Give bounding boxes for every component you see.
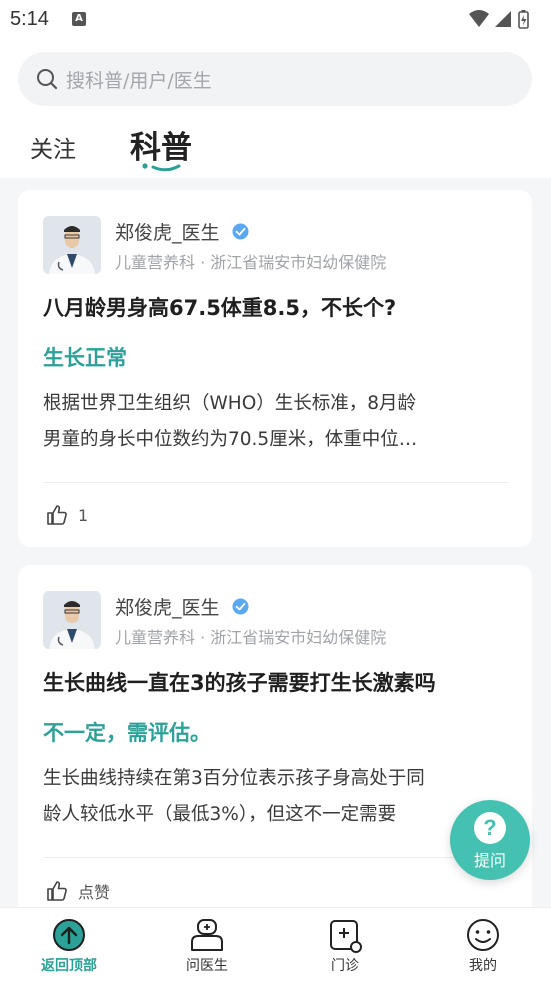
tab-science[interactable]: 科普 [130,122,192,167]
doctor-name[interactable]: 郑俊虎_医生 [115,218,220,245]
nav-profile[interactable]: 我的 [414,908,551,982]
doctor-department-hospital: 儿童营养科 · 浙江省瑞安市妇幼保健院 [115,253,387,272]
header: 搜科普/用户/医生 关注 科普 [0,38,551,178]
doctor-department-hospital: 儿童营养科 · 浙江省瑞安市妇幼保健院 [115,628,387,647]
search-bar[interactable]: 搜科普/用户/医生 [18,52,532,106]
back-to-top-icon [53,919,85,951]
thumbs-up-icon [47,881,67,901]
question-title[interactable]: 八月龄男身高67.5体重8.5，不长个? [43,292,396,322]
nav-ask-doctor[interactable]: 问医生 [138,908,276,982]
doctor-name[interactable]: 郑俊虎_医生 [115,593,220,620]
divider [43,857,509,858]
answer-excerpt-line: 根据世界卫生组织（WHO）生长标准，8月龄 [43,393,417,414]
like-count: 1 [78,505,89,525]
active-tab-indicator [142,163,181,172]
like-button[interactable]: 点赞 [46,879,110,903]
wifi-icon [469,10,489,27]
divider [43,482,509,483]
nav-label: 问医生 [186,958,228,974]
answer-summary: 生长正常 [43,346,127,370]
thumbs-up-icon [47,505,67,525]
status-icons [467,8,537,34]
question-icon: ? [474,812,506,844]
smiley-icon [467,919,499,951]
like-label: 点赞 [78,883,111,902]
doctor-icon [191,919,223,951]
search-input[interactable]: 搜科普/用户/医生 [66,66,212,93]
nav-clinic[interactable]: 门诊 [276,908,414,982]
answer-excerpt[interactable]: 生长曲线持续在第3百分位表示孩子身高处于同 龄人较低水平（最低3%），但这不一定… [43,761,501,833]
answer-excerpt-line: 男童的身长中位数约为70.5厘米，体重中位… [43,429,418,450]
nav-back-to-top[interactable]: 返回顶部 [0,908,138,982]
verified-badge-icon [232,598,249,615]
like-button[interactable]: 1 [46,504,88,526]
clinic-icon [330,920,362,953]
signal-icon [495,11,511,27]
status-bar: 5:14 A [0,0,551,38]
question-title[interactable]: 生长曲线一直在3的孩子需要打生长激素吗 [43,667,436,697]
answer-summary: 不一定，需评估。 [43,721,211,745]
answer-excerpt-line: 生长曲线持续在第3百分位表示孩子身高处于同 [43,768,425,789]
status-time: 5:14 [10,8,49,30]
tab-follow[interactable]: 关注 [30,130,76,164]
ask-question-button[interactable]: ? 提问 [450,800,530,880]
verified-badge-icon [232,223,249,240]
nav-label: 我的 [469,958,497,974]
avatar[interactable] [43,591,101,649]
bottom-nav: 返回顶部 问医生 门诊 我的 [0,907,551,982]
battery-icon [518,10,529,29]
ask-question-label: 提问 [473,851,506,870]
answer-excerpt-line: 龄人较低水平（最低3%），但这不一定需要 [43,804,397,825]
notification-icon: A [72,12,86,26]
nav-label: 返回顶部 [41,958,97,974]
post-card[interactable]: 郑俊虎_医生 儿童营养科 · 浙江省瑞安市妇幼保健院 八月龄男身高67.5体重8… [18,190,532,547]
search-icon [37,69,58,90]
nav-label: 门诊 [331,958,359,974]
answer-excerpt[interactable]: 根据世界卫生组织（WHO）生长标准，8月龄 男童的身长中位数约为70.5厘米，体… [43,386,501,458]
post-card[interactable]: 郑俊虎_医生 儿童营养科 · 浙江省瑞安市妇幼保健院 生长曲线一直在3的孩子需要… [18,565,532,925]
avatar[interactable] [43,216,101,274]
